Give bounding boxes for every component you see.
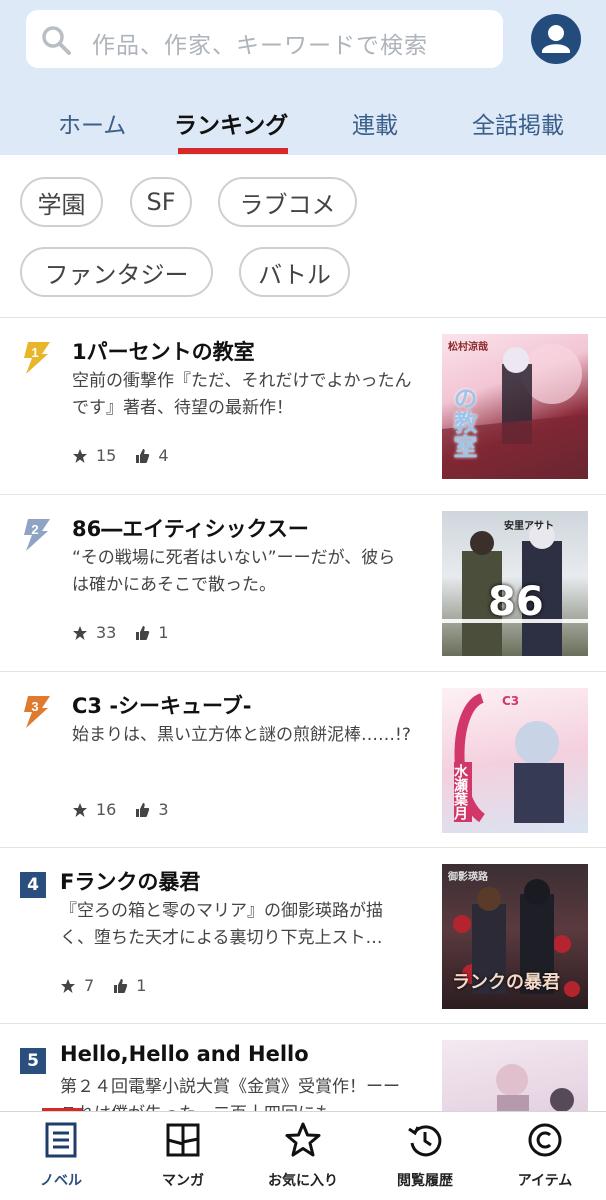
cover-title: C3 <box>502 694 520 708</box>
likes-count: 1 <box>134 623 169 642</box>
nav-items[interactable]: アイテム <box>490 1112 600 1200</box>
star-icon <box>61 978 75 993</box>
item-description: “その戦場に死者はいない”ーーだが、彼らは確かにあそこで散った。 <box>72 548 396 595</box>
rank-badge-icon: 3 <box>24 696 50 728</box>
item-description: 『空ろの箱と零のマリア』の御影瑛路が描く、堕ちた天才による裏切り下克上スト… <box>60 901 383 948</box>
item-title[interactable]: Fランクの暴君 <box>60 866 200 896</box>
item-stats: 16 3 <box>72 800 187 819</box>
tab-full-episodes[interactable]: 全話掲載 <box>472 106 564 140</box>
item-description: 始まりは、黒い立方体と謎の煎餅泥棒……!? <box>72 725 411 745</box>
nav-history[interactable]: 閲覧履歴 <box>370 1112 480 1200</box>
item-stats: 15 4 <box>72 446 187 465</box>
account-icon[interactable] <box>531 14 581 64</box>
search-icon <box>42 26 71 55</box>
thumbs-up-icon <box>114 978 128 993</box>
copyright-icon <box>528 1123 562 1157</box>
svg-text:1: 1 <box>31 345 38 360</box>
likes-count: 1 <box>112 976 146 995</box>
search-input[interactable]: 作品、作家、キーワードで検索 <box>26 10 503 68</box>
cover-image[interactable]: ランクの暴君 御影瑛路 <box>442 864 588 1009</box>
ranking-item[interactable]: 3 C3 -シーキューブ- 始まりは、黒い立方体と謎の煎餅泥棒……!? 16 3… <box>0 672 606 849</box>
ranking-item[interactable]: 1 1パーセントの教室 空前の衝撃作『ただ、それだけでよかったんです』著者、待望… <box>0 318 606 495</box>
likes-count: 3 <box>134 800 169 819</box>
nav-label: 閲覧履歴 <box>397 1173 453 1189</box>
ranking-item[interactable]: 4 Fランクの暴君 『空ろの箱と零のマリア』の御影瑛路が描く、堕ちた天才による裏… <box>0 848 606 1025</box>
cover-title: ランクの暴君 <box>452 972 560 993</box>
tab-ranking[interactable]: ランキング <box>174 106 288 140</box>
item-title[interactable]: 1パーセントの教室 <box>72 336 255 366</box>
item-description: 空前の衝撃作『ただ、それだけでよかったんです』著者、待望の最新作！ <box>72 371 412 418</box>
favorites-count: 16 <box>72 800 116 819</box>
manga-icon <box>166 1123 200 1157</box>
star-icon <box>285 1122 321 1157</box>
genre-chip-fantasy[interactable]: ファンタジー <box>20 247 213 297</box>
item-stats: 33 1 <box>72 623 187 642</box>
cover-image[interactable]: 水瀬葉月 C3 <box>442 688 588 833</box>
cover-image[interactable]: の教室 松村涼哉 <box>442 334 588 479</box>
favorites-count: 15 <box>72 446 116 465</box>
genre-chip-sf[interactable]: SF <box>130 177 192 227</box>
ranking-item[interactable]: 2 86―エイティシックスー “その戦場に死者はいない”ーーだが、彼らは確かにあ… <box>0 495 606 672</box>
search-placeholder: 作品、作家、キーワードで検索 <box>92 33 428 59</box>
nav-manga[interactable]: マンガ <box>128 1112 238 1200</box>
nav-label: ノベル <box>40 1173 82 1189</box>
svg-text:3: 3 <box>31 699 38 714</box>
cover-author: 御影瑛路 <box>448 872 488 883</box>
app-header: 作品、作家、キーワードで検索 ホーム ランキング 連載 全話掲載 <box>0 0 606 155</box>
favorites-count: 7 <box>60 976 94 995</box>
history-icon <box>408 1125 442 1157</box>
active-tab-indicator <box>178 148 288 154</box>
tab-serial[interactable]: 連載 <box>352 106 398 140</box>
nav-label: マンガ <box>162 1173 204 1189</box>
favorites-count: 33 <box>72 623 116 642</box>
nav-label: アイテム <box>517 1173 573 1189</box>
cover-illustration <box>496 1064 574 1111</box>
rank-badge-icon: 2 <box>24 519 50 551</box>
genre-chip-battle[interactable]: バトル <box>239 247 350 297</box>
nav-novel[interactable]: ノベル <box>6 1112 116 1200</box>
thumbs-up-icon <box>136 448 150 463</box>
star-icon <box>73 448 87 463</box>
cover-image[interactable]: 86 安里アサト <box>442 511 588 656</box>
rank-badge: 5 <box>20 1048 46 1074</box>
genre-chip-romcom[interactable]: ラブコメ <box>218 177 357 227</box>
item-stats: 7 1 <box>60 976 164 995</box>
rank-badge-icon: 1 <box>24 342 50 374</box>
item-title[interactable]: Hello,Hello and Hello <box>60 1042 309 1066</box>
genre-chip-school[interactable]: 学園 <box>20 177 103 227</box>
cover-title: 86 <box>488 579 544 625</box>
ranking-item[interactable]: 5 Hello,Hello and Hello 第２４回電撃小説大賞《金賞》受賞… <box>0 1024 606 1111</box>
likes-count: 4 <box>134 446 169 465</box>
bottom-navigation: ノベル マンガ お気に入り 閲覧履歴 アイテム <box>0 1111 606 1200</box>
tab-home[interactable]: ホーム <box>58 106 126 140</box>
nav-label: お気に入り <box>268 1173 338 1189</box>
cover-title: の教室 <box>449 386 477 458</box>
cover-author: 安里アサト <box>504 521 554 532</box>
item-title[interactable]: C3 -シーキューブ- <box>72 690 252 720</box>
svg-text:2: 2 <box>31 522 38 537</box>
star-icon <box>73 802 87 817</box>
rank-badge: 4 <box>20 872 46 898</box>
thumbs-up-icon <box>136 625 150 640</box>
top-tabs: ホーム ランキング 連載 全話掲載 <box>0 100 606 155</box>
cover-author: 松村涼哉 <box>448 342 488 353</box>
cover-author: 水瀬葉月 <box>452 762 472 822</box>
novel-icon <box>45 1122 77 1158</box>
item-description: 第２４回電撃小説大賞《金賞》受賞作！ーーこれは僕が失った、二百十四回にも… <box>60 1077 400 1111</box>
item-title[interactable]: 86―エイティシックスー <box>72 513 309 543</box>
nav-favorites[interactable]: お気に入り <box>248 1112 358 1200</box>
thumbs-up-icon <box>136 802 150 817</box>
cover-image[interactable] <box>442 1040 588 1111</box>
star-icon <box>73 625 87 640</box>
